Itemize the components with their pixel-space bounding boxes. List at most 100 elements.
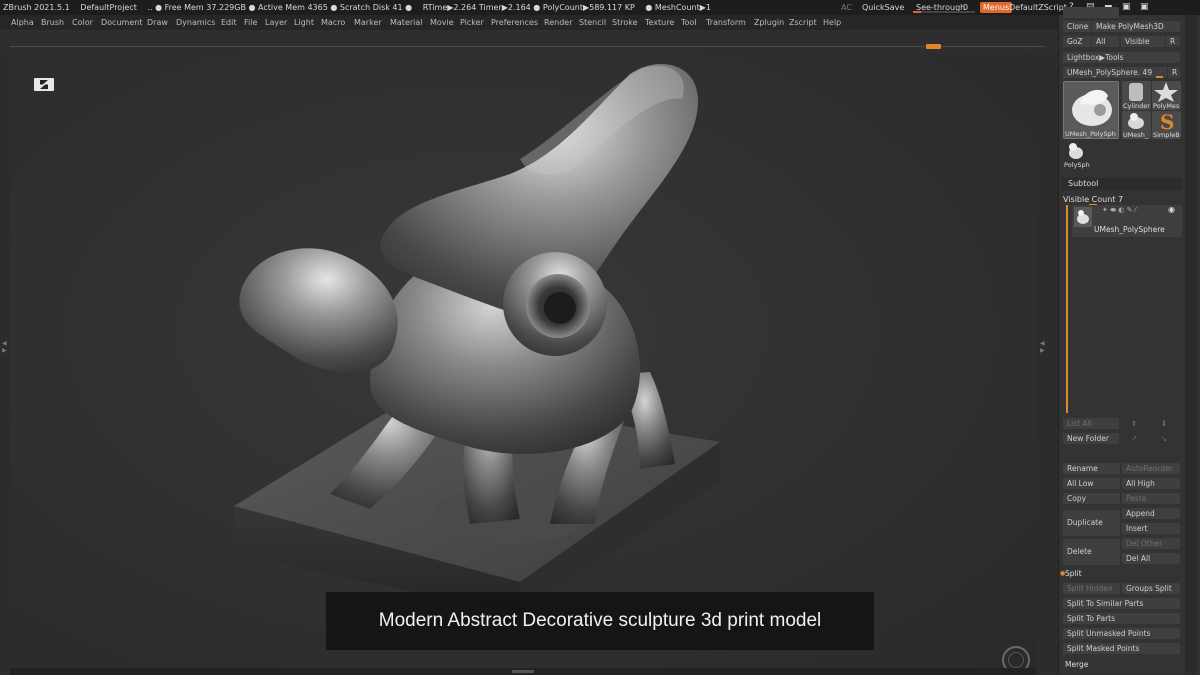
see-through-slider[interactable] xyxy=(913,11,975,13)
subtool-header[interactable]: Subtool xyxy=(1062,178,1182,190)
goz-r-button[interactable]: R xyxy=(1166,36,1180,47)
menu-preferences[interactable]: Preferences xyxy=(491,15,538,30)
menu-movie[interactable]: Movie xyxy=(430,15,454,30)
restore-icon[interactable]: ▣ xyxy=(1122,0,1131,15)
title-bar: ZBrush 2021.5.1 DefaultProject .. ● Free… xyxy=(0,0,1200,15)
subtool-item[interactable]: ✦ ⬬ ◐ ✎ ⁄ ◉ UMesh_PolySphere xyxy=(1072,205,1182,237)
menu-draw[interactable]: Draw xyxy=(147,15,168,30)
simplebrush-icon: S xyxy=(1160,111,1174,134)
split-masked-button[interactable]: Split Masked Points xyxy=(1063,643,1180,654)
umesh-thumbnail-icon xyxy=(1072,89,1112,126)
goz-all-button[interactable]: All xyxy=(1092,36,1119,47)
autoreorder-button[interactable]: AutoReorder xyxy=(1122,463,1180,474)
split-unmasked-button[interactable]: Split Unmasked Points xyxy=(1063,628,1180,639)
new-folder-button[interactable]: New Folder xyxy=(1063,433,1119,444)
current-tool-slider[interactable]: UMesh_PolySphere. 49 xyxy=(1063,67,1167,78)
clone-button[interactable]: Clone xyxy=(1063,21,1091,32)
all-low-button[interactable]: All Low xyxy=(1063,478,1120,489)
menu-document[interactable]: Document xyxy=(101,15,142,30)
bottom-shelf-grip[interactable] xyxy=(512,670,534,673)
groups-split-button[interactable]: Groups Split xyxy=(1122,583,1180,594)
menu-dynamics[interactable]: Dynamics xyxy=(176,15,215,30)
timeline-track[interactable] xyxy=(10,46,1045,47)
menu-layer[interactable]: Layer xyxy=(265,15,287,30)
menu-help[interactable]: Help xyxy=(823,15,841,30)
lightbox-tools-button[interactable]: Lightbox▶Tools xyxy=(1063,52,1180,63)
split-section-header[interactable]: Split xyxy=(1065,568,1082,579)
default-zscript-button[interactable]: DefaultZScript xyxy=(1009,0,1067,15)
del-all-button[interactable]: Del All xyxy=(1122,553,1180,564)
menu-texture[interactable]: Texture xyxy=(645,15,674,30)
menu-tool[interactable]: Tool xyxy=(681,15,697,30)
quicksave-button[interactable]: QuickSave xyxy=(862,0,904,15)
ac-indicator[interactable]: AC xyxy=(841,0,852,15)
tool-thumb-simplebrush[interactable]: S SimpleB xyxy=(1152,111,1181,139)
list-all-button[interactable]: List All xyxy=(1063,418,1119,429)
menu-macro[interactable]: Macro xyxy=(321,15,345,30)
copy-button[interactable]: Copy xyxy=(1063,493,1120,504)
menu-brush[interactable]: Brush xyxy=(41,15,64,30)
current-tool-r-button[interactable]: R xyxy=(1168,67,1180,78)
tool-thumb-label: SimpleB xyxy=(1153,131,1180,139)
timeline-knob[interactable] xyxy=(926,44,941,49)
menu-stroke[interactable]: Stroke xyxy=(612,15,638,30)
tool-thumb-umesh-polysphere[interactable]: UMesh_PolySph xyxy=(1063,81,1119,139)
duplicate-button[interactable]: Duplicate xyxy=(1063,510,1120,536)
all-high-button[interactable]: All High xyxy=(1122,478,1180,489)
paste-button[interactable]: Paste xyxy=(1122,493,1180,504)
menu-material[interactable]: Material xyxy=(390,15,423,30)
goz-visible-button[interactable]: Visible xyxy=(1121,36,1165,47)
menu-edit[interactable]: Edit xyxy=(221,15,237,30)
menu-alpha[interactable]: Alpha xyxy=(11,15,34,30)
menu-render[interactable]: Render xyxy=(544,15,572,30)
move-down-icon[interactable]: ⬇ xyxy=(1161,418,1167,429)
close-icon[interactable]: ▣ xyxy=(1140,0,1149,15)
top-shelf xyxy=(0,30,1058,54)
split-hidden-button[interactable]: Split Hidden xyxy=(1063,583,1120,594)
menu-transform[interactable]: Transform xyxy=(706,15,746,30)
current-tool-slider-knob[interactable] xyxy=(1156,76,1163,78)
make-polymesh3d-button[interactable]: Make PolyMesh3D xyxy=(1092,21,1180,32)
menu-zplugin[interactable]: Zplugin xyxy=(754,15,784,30)
insert-button[interactable]: Insert xyxy=(1122,523,1180,534)
polysphere-icon xyxy=(1069,143,1083,159)
cylinder-icon xyxy=(1129,83,1143,101)
arrow-down-right-icon[interactable]: ↘ xyxy=(1161,433,1167,444)
rename-button[interactable]: Rename xyxy=(1063,463,1120,474)
menu-stencil[interactable]: Stencil xyxy=(579,15,606,30)
split-to-parts-button[interactable]: Split To Parts xyxy=(1063,613,1180,624)
tool-thumb-cylinder[interactable]: Cylinder xyxy=(1122,81,1151,110)
visibility-eye-icon[interactable]: ◉ xyxy=(1168,205,1175,214)
subtool-name: UMesh_PolySphere xyxy=(1094,225,1165,234)
subtool-list-scroll-indicator[interactable] xyxy=(1066,205,1068,413)
navigation-gizmo-icon[interactable] xyxy=(1002,646,1030,668)
merge-section-header[interactable]: Merge xyxy=(1065,659,1088,670)
left-tray-grip-icon[interactable]: ◀ ▶ xyxy=(2,340,7,354)
palette-scrollbar[interactable] xyxy=(1185,15,1197,675)
menu-marker[interactable]: Marker xyxy=(354,15,382,30)
append-button[interactable]: Append xyxy=(1122,508,1180,519)
sculpture-model[interactable] xyxy=(220,54,740,614)
move-up-icon[interactable]: ⬆ xyxy=(1131,418,1137,429)
tool-thumb-polymesh[interactable]: PolyMes xyxy=(1152,81,1181,110)
tool-thumb-label: PolyMes xyxy=(1153,102,1180,110)
palette-hidden-button-1[interactable] xyxy=(1063,7,1119,18)
subtool-options-icon[interactable]: ✦ ⬬ ◐ ✎ ⁄ xyxy=(1102,206,1136,215)
timer-status: RTime▶2.264 Timer▶2.164 ● PolyCount▶589.… xyxy=(422,3,635,12)
del-other-button[interactable]: Del Other xyxy=(1122,538,1180,549)
canvas-viewport[interactable]: Modern Abstract Decorative sculpture 3d … xyxy=(10,54,1036,668)
menu-picker[interactable]: Picker xyxy=(460,15,484,30)
menu-light[interactable]: Light xyxy=(294,15,314,30)
delete-button[interactable]: Delete xyxy=(1063,539,1120,565)
tool-thumb-umesh[interactable]: UMesh_ xyxy=(1122,111,1151,139)
menu-color[interactable]: Color xyxy=(72,15,93,30)
menus-button[interactable]: Menus xyxy=(980,2,1013,13)
split-similar-parts-button[interactable]: Split To Similar Parts xyxy=(1063,598,1180,609)
tool-thumb-polysphere[interactable]: PolySph xyxy=(1063,141,1090,169)
right-tray-grip-icon[interactable]: ◀ ▶ xyxy=(1040,340,1045,354)
menu-file[interactable]: File xyxy=(244,15,257,30)
goz-button[interactable]: GoZ xyxy=(1063,36,1091,47)
menu-zscript[interactable]: Zscript xyxy=(789,15,817,30)
arrow-up-right-icon[interactable]: ↗ xyxy=(1131,433,1137,444)
subtool-thumbnail-icon xyxy=(1074,207,1092,227)
